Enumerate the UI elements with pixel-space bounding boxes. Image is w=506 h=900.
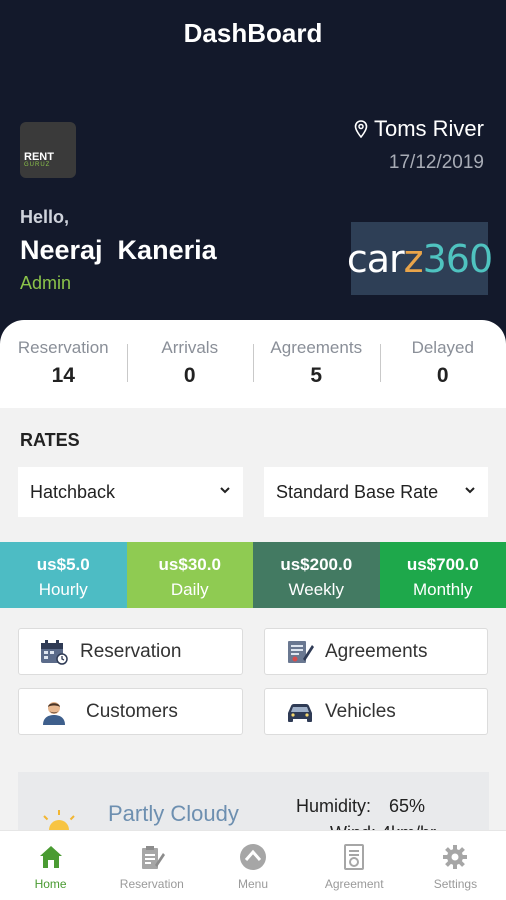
price-amount: us$5.0 [36, 555, 90, 574]
vehicle-type-select[interactable]: Hatchback [18, 467, 243, 517]
stat-label: Arrivals [161, 338, 219, 357]
stat-value: 0 [183, 364, 196, 387]
rate-type-select[interactable]: Standard Base Rate [264, 467, 488, 517]
company-logo-part3: 360 [422, 236, 494, 281]
vehicles-button-label: Vehicles [325, 700, 396, 722]
tab-reservation[interactable]: Reservation [101, 831, 202, 900]
app-logo: RENT GURUZ [20, 122, 76, 178]
tab-home[interactable]: Home [0, 831, 101, 900]
current-date: 17/12/2019 [388, 152, 484, 173]
vehicles-button[interactable]: Vehicles [264, 688, 488, 735]
agreement-icon [288, 641, 314, 663]
tab-settings[interactable]: Settings [405, 831, 506, 900]
location[interactable]: Toms River [354, 116, 484, 142]
stats-panel: Reservation 14 Arrivals 0 Agreements 5 D… [0, 320, 506, 408]
price-amount: us$200.0 [280, 555, 353, 574]
stat-value: 14 [51, 364, 75, 387]
customer-icon [43, 702, 65, 725]
company-logo-part2: z [403, 236, 424, 281]
stat-value: 0 [436, 364, 449, 387]
calendar-icon [41, 640, 68, 665]
agreements-button-label: Agreements [325, 640, 428, 662]
tab-home-label: Home [34, 877, 67, 891]
price-amount: us$700.0 [406, 555, 479, 574]
company-logo: car z 360 [347, 222, 493, 295]
greeting: Hello, [20, 207, 70, 227]
tab-agreement[interactable]: Agreement [304, 831, 405, 900]
price-monthly: us$700.0 Monthly [379, 542, 506, 608]
tab-menu[interactable]: Menu [202, 831, 303, 900]
app-logo-line2: GURUZ [24, 162, 51, 168]
location-name: Toms River [373, 116, 484, 141]
price-period: Monthly [412, 580, 473, 599]
humidity: Humidity: 65% [296, 796, 425, 817]
user-name: Neeraj Kaneria [20, 235, 217, 265]
customers-button-label: Customers [86, 700, 178, 722]
stat-label: Reservation [17, 338, 109, 357]
bottom-nav: Home Reservation Menu Agreement Settings [0, 830, 506, 900]
price-period: Weekly [288, 580, 344, 599]
price-strip: us$5.0 Hourly us$30.0 Daily us$200.0 Wee… [0, 542, 506, 608]
stat-delayed[interactable]: Delayed 0 [379, 320, 506, 408]
stat-arrivals[interactable]: Arrivals 0 [126, 320, 254, 408]
company-logo-part1: car [346, 236, 405, 281]
stat-agreements[interactable]: Agreements 5 [253, 320, 380, 408]
reservation-button-label: Reservation [80, 640, 182, 662]
reservation-icon [141, 846, 165, 869]
gear-icon [443, 845, 468, 869]
price-weekly: us$200.0 Weekly [253, 542, 380, 608]
humidity-label: Humidity: [296, 796, 372, 816]
stat-label: Agreements [270, 338, 363, 357]
tab-reservation-label: Reservation [119, 877, 184, 891]
rate-type-value: Standard Base Rate [276, 481, 439, 502]
chevron-down-icon [465, 487, 475, 494]
rates-heading: RATES [20, 430, 80, 450]
price-period: Hourly [38, 580, 88, 599]
humidity-value: 65% [389, 796, 426, 816]
agreements-button[interactable]: Agreements [264, 628, 488, 675]
menu-icon [240, 844, 266, 870]
price-hourly: us$5.0 Hourly [0, 542, 127, 608]
car-icon [288, 704, 312, 722]
reservation-button[interactable]: Reservation [18, 628, 243, 675]
vehicle-type-value: Hatchback [30, 481, 116, 502]
customers-button[interactable]: Customers [18, 688, 243, 735]
home-icon [39, 846, 62, 868]
location-pin-icon [354, 120, 368, 138]
weather-condition: Partly Cloudy [108, 801, 239, 826]
tab-menu-label: Menu [237, 877, 269, 891]
agreement-icon [344, 844, 365, 870]
tab-agreement-label: Agreement [324, 877, 384, 891]
price-period: Daily [170, 580, 209, 599]
chevron-down-icon [220, 487, 230, 494]
stat-label: Delayed [411, 338, 474, 357]
price-daily: us$30.0 Daily [126, 542, 253, 608]
stat-value: 5 [310, 364, 323, 387]
dashboard-header: DashBoard RENT GURUZ Toms River 17/12/20… [0, 0, 506, 345]
price-amount: us$30.0 [158, 555, 221, 574]
page-title: DashBoard [183, 18, 323, 48]
tab-settings-label: Settings [433, 877, 478, 891]
user-role: Admin [20, 273, 72, 293]
stat-reservation[interactable]: Reservation 14 [0, 320, 127, 408]
app-logo-line1: RENT [24, 151, 54, 163]
